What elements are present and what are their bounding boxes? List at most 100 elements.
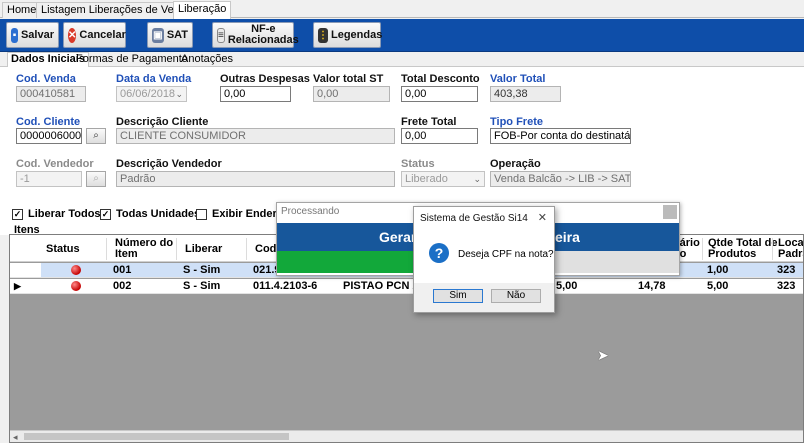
cod-venda-field[interactable]: 000410581 bbox=[16, 86, 86, 102]
tipo-frete-select[interactable]: FOB-Por conta do destinatário ⌄ bbox=[490, 128, 631, 144]
col-liberar-header[interactable]: Liberar bbox=[185, 244, 222, 255]
col-status-header[interactable]: Status bbox=[46, 244, 80, 255]
liberar-todos-checkbox[interactable]: ✓ Liberar Todos bbox=[12, 207, 101, 221]
descricao-cliente-field[interactable]: CLIENTE CONSUMIDOR bbox=[116, 128, 395, 144]
save-button[interactable]: ▪ Salvar bbox=[6, 22, 59, 48]
cancel-icon: ✕ bbox=[68, 27, 77, 43]
legendas-button[interactable]: ⋮ Legendas bbox=[313, 22, 383, 48]
checkbox-checked-icon: ✓ bbox=[12, 208, 23, 220]
data-venda-value: 06/06/2018 bbox=[120, 88, 176, 100]
sub-tab-bar: Dados Iniciais Formas de Pagamento Anota… bbox=[0, 52, 804, 67]
chevron-down-icon: ⌄ bbox=[619, 131, 627, 141]
cell-liberar: S - Sim bbox=[183, 264, 221, 276]
search-icon: ⌕ bbox=[93, 130, 99, 141]
status-label: Status bbox=[401, 158, 435, 170]
sat-button[interactable]: ▣ SAT bbox=[147, 22, 193, 48]
cell-liberar: S - Sim bbox=[183, 280, 221, 292]
tab-anotacoes[interactable]: Anotações bbox=[178, 53, 236, 67]
valor-total-st-label: Valor total ST bbox=[313, 73, 384, 85]
nfe-label: NF-e Relacionadas bbox=[228, 24, 299, 46]
checkbox-unchecked-icon bbox=[196, 208, 207, 220]
cell-numero: 002 bbox=[113, 280, 132, 292]
valor-total-st-field[interactable]: 0,00 bbox=[313, 86, 390, 102]
processing-banner-right: eira bbox=[555, 229, 580, 245]
cod-vendedor-label: Cod. Vendedor bbox=[16, 158, 94, 170]
outras-despesas-label: Outras Despesas bbox=[220, 73, 310, 85]
cell-qtde: 1,00 bbox=[707, 264, 729, 276]
status-red-icon bbox=[71, 281, 81, 291]
status-select[interactable]: Liberado ⌄ bbox=[401, 171, 485, 187]
col-numero-header[interactable]: Número do Item bbox=[115, 238, 173, 260]
tipo-frete-label: Tipo Frete bbox=[490, 116, 543, 128]
col-separator bbox=[772, 238, 773, 260]
data-venda-label: Data da Venda bbox=[116, 73, 192, 85]
save-label: Salvar bbox=[20, 29, 54, 41]
valor-total-label: Valor Total bbox=[490, 73, 546, 85]
status-value: Liberado bbox=[405, 173, 448, 185]
operacao-field[interactable]: Venda Balcão -> LIB -> SAT bbox=[490, 171, 631, 187]
total-desconto-label: Total Desconto bbox=[401, 73, 480, 85]
close-icon[interactable]: ✕ bbox=[538, 211, 547, 224]
top-tab-bar: Home Listagem Liberações de Venda Libera… bbox=[0, 0, 804, 19]
tipo-frete-value: FOB-Por conta do destinatário bbox=[494, 130, 631, 142]
traffic-light-icon: ⋮ bbox=[318, 27, 328, 43]
data-venda-field[interactable]: 06/06/2018 ⌄ bbox=[116, 86, 187, 102]
table-row[interactable]: ▶ 002 S - Sim 011.4.2103-6 PISTAO PCN 20… bbox=[10, 279, 803, 294]
nfe-label-line2: Relacionadas bbox=[227, 34, 299, 46]
question-icon: ? bbox=[429, 243, 449, 263]
yes-button[interactable]: Sim bbox=[433, 289, 483, 303]
cancel-label: Cancelar bbox=[79, 29, 126, 41]
col-qtde-line2: Produtos bbox=[708, 248, 757, 260]
descricao-vendedor-field[interactable]: Padrão bbox=[116, 171, 395, 187]
cell-local: 323 bbox=[777, 264, 796, 276]
document-icon: ≡ bbox=[217, 27, 225, 43]
save-icon: ▪ bbox=[11, 27, 18, 43]
col-separator bbox=[702, 238, 703, 260]
cancel-button[interactable]: ✕ Cancelar bbox=[63, 22, 126, 48]
operacao-label: Operação bbox=[490, 158, 541, 170]
cell-qtde: 5,00 bbox=[707, 280, 729, 292]
cod-cliente-label: Cod. Cliente bbox=[16, 116, 81, 128]
row-pointer-icon: ▶ bbox=[14, 281, 21, 291]
search-icon: ⌕ bbox=[93, 173, 99, 184]
cell-numero: 001 bbox=[113, 264, 132, 276]
processing-close-button[interactable] bbox=[663, 205, 677, 219]
scrollbar-thumb[interactable] bbox=[24, 433, 289, 440]
cell-valor-unitario: 14,78 bbox=[638, 280, 666, 292]
search-vendedor-button[interactable]: ⌕ bbox=[86, 171, 106, 187]
todas-unidades-label: Todas Unidades bbox=[116, 208, 201, 220]
tab-liberacao[interactable]: Liberação bbox=[173, 1, 232, 19]
tab-formas-pagamento[interactable]: Formas de Pagamento bbox=[73, 53, 191, 67]
cell-valor: 5,00 bbox=[556, 280, 578, 292]
col-separator bbox=[176, 238, 177, 260]
no-button[interactable]: Não bbox=[491, 289, 541, 303]
cpf-dialog: Sistema de Gestão Si14 ✕ ? Deseja CPF na… bbox=[413, 206, 555, 313]
outras-despesas-field[interactable]: 0,00 bbox=[220, 86, 291, 102]
descricao-vendedor-label: Descrição Vendedor bbox=[116, 158, 222, 170]
valor-total-field[interactable]: 403,38 bbox=[490, 86, 561, 102]
dialog-footer: Sim Não bbox=[414, 283, 554, 312]
descricao-cliente-label: Descrição Cliente bbox=[116, 116, 209, 128]
mouse-cursor-icon: ➤ bbox=[597, 347, 609, 363]
liberar-todos-label: Liberar Todos bbox=[28, 208, 101, 220]
search-cliente-button[interactable]: ⌕ bbox=[86, 128, 106, 144]
horizontal-scrollbar[interactable]: ◂ bbox=[10, 430, 803, 442]
col-local-header[interactable]: LocaliPadrã bbox=[778, 238, 803, 260]
cod-vendedor-field[interactable]: -1 bbox=[16, 171, 82, 187]
cell-local: 323 bbox=[777, 280, 796, 292]
dialog-title: Sistema de Gestão Si14 bbox=[420, 213, 528, 224]
chevron-down-icon: ⌄ bbox=[175, 89, 183, 99]
legendas-label: Legendas bbox=[331, 29, 383, 41]
toolbar: ▪ Salvar ✕ Cancelar ▣ SAT ≡ NF-e Relacion… bbox=[0, 19, 804, 52]
total-desconto-field[interactable]: 0,00 bbox=[401, 86, 478, 102]
todas-unidades-checkbox[interactable]: ✓ Todas Unidades bbox=[100, 207, 200, 221]
cod-cliente-field[interactable]: 0000006000 bbox=[16, 128, 82, 144]
nfe-relacionadas-button[interactable]: ≡ NF-e Relacionadas bbox=[212, 22, 299, 48]
col-local-line2: Padrã bbox=[778, 248, 803, 260]
checkbox-checked-icon: ✓ bbox=[100, 208, 111, 220]
scroll-left-icon[interactable]: ◂ bbox=[13, 432, 18, 442]
dialog-message: Deseja CPF na nota? bbox=[458, 249, 554, 260]
frete-total-field[interactable]: 0,00 bbox=[401, 128, 478, 144]
col-numero-line2: Item bbox=[115, 248, 138, 260]
col-qtde-header[interactable]: Qtde Total de Produtos bbox=[708, 238, 777, 260]
